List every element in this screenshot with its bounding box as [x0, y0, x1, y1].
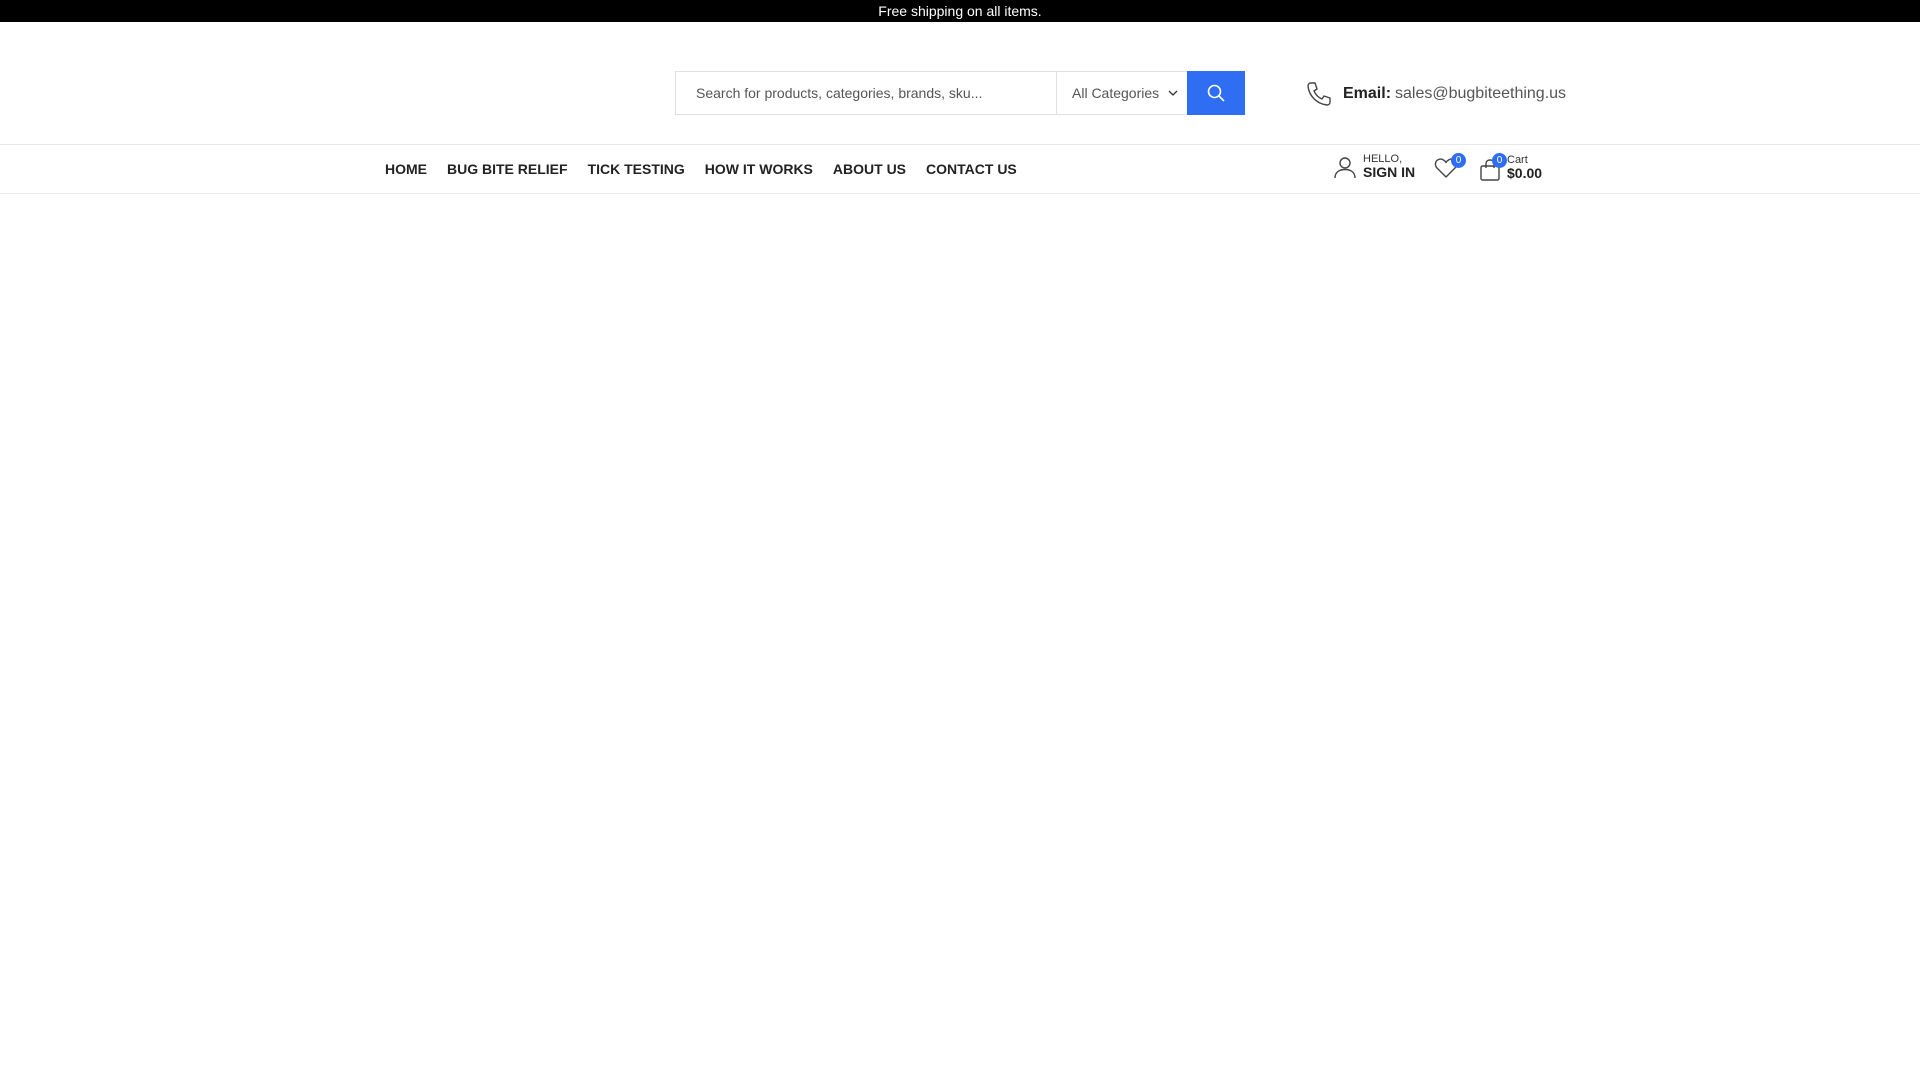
contact-label: Email: [1343, 85, 1392, 102]
cart-count-badge: 0 [1492, 153, 1507, 168]
main-navigation-bar: HOME BUG BITE RELIEF TICK TESTING HOW IT… [0, 144, 1920, 194]
contact-info: Email: sales@bugbiteething.us [1305, 80, 1566, 108]
cart-text: Cart $0.00 [1507, 154, 1542, 181]
wishlist-count-badge: 0 [1451, 153, 1466, 168]
phone-icon [1305, 80, 1333, 108]
chevron-down-icon [1168, 90, 1178, 96]
announcement-bar: Free shipping on all items. [0, 0, 1920, 22]
cart-button[interactable]: 0 Cart $0.00 [1478, 153, 1542, 182]
nav-item-home[interactable]: HOME [385, 161, 427, 177]
nav-item-about-us[interactable]: ABOUT US [833, 161, 906, 177]
wishlist-button[interactable]: 0 [1434, 153, 1466, 184]
account-text: HELLO, SIGN IN [1363, 153, 1415, 180]
search-icon [1207, 84, 1225, 102]
cart-total: $0.00 [1507, 164, 1543, 181]
search-input[interactable] [676, 72, 1056, 114]
nav-item-how-it-works[interactable]: HOW IT WORKS [705, 161, 813, 177]
category-select-value: All Categories [1072, 85, 1160, 101]
header-main: All Categories Email: sales@bugbiteethin… [0, 22, 1920, 144]
announcement-text: Free shipping on all items. [878, 3, 1042, 19]
search-button[interactable] [1187, 71, 1245, 115]
cart-bag: 0 [1478, 153, 1507, 182]
sign-in-label: SIGN IN [1363, 164, 1416, 181]
main-menu: HOME BUG BITE RELIEF TICK TESTING HOW IT… [385, 145, 1037, 193]
nav-item-tick-testing[interactable]: TICK TESTING [588, 161, 685, 177]
account-link[interactable]: HELLO, SIGN IN [1333, 153, 1415, 180]
category-select[interactable]: All Categories [1056, 72, 1187, 114]
contact-email-link[interactable]: sales@bugbiteething.us [1395, 85, 1566, 103]
nav-item-contact-us[interactable]: CONTACT US [926, 161, 1017, 177]
search-form: All Categories [675, 71, 1245, 115]
nav-item-bug-bite-relief[interactable]: BUG BITE RELIEF [447, 161, 568, 177]
user-icon [1333, 155, 1357, 179]
